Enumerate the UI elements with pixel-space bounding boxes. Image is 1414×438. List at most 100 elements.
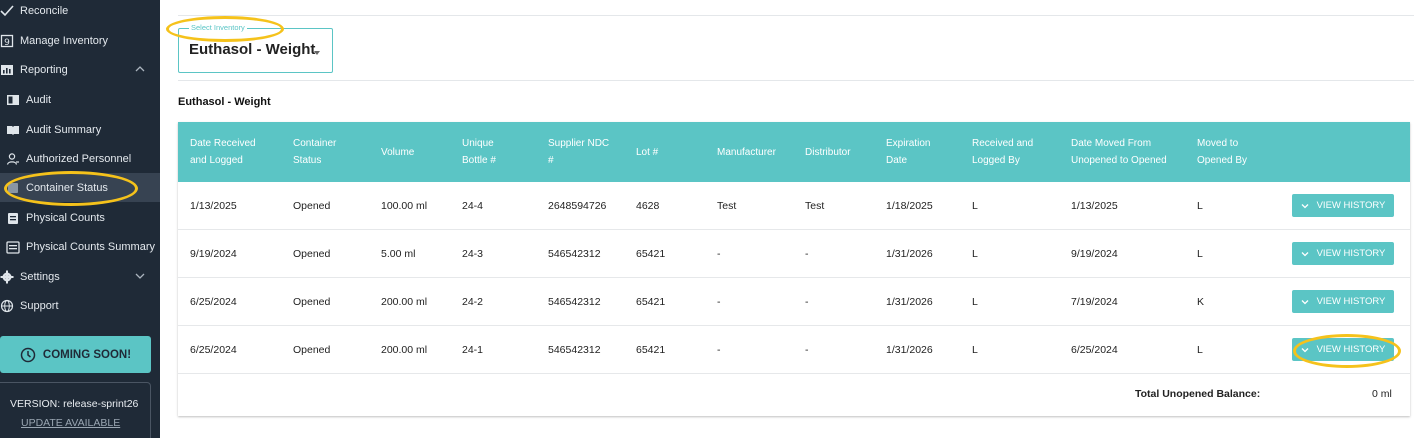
sidebar-item-label: Settings xyxy=(20,270,60,283)
clock-icon xyxy=(20,347,36,363)
sidebar-item-label: Authorized Personnel xyxy=(26,152,132,165)
column-header-text: Container xyxy=(293,138,337,149)
column-header-date-received: Date Received and Logged xyxy=(190,122,256,182)
sidebar-item-settings[interactable]: Settings xyxy=(0,262,160,291)
version-panel: VERSION: release-sprint26 UPDATE AVAILAB… xyxy=(0,382,151,438)
column-header-text: Expiration xyxy=(886,138,931,149)
cell-supplier-ndc: 546542312 xyxy=(548,248,601,260)
cell-volume: 200.00 ml xyxy=(381,296,428,308)
cell-lot: 65421 xyxy=(636,344,666,356)
cell-moved-by: L xyxy=(1197,200,1203,212)
cell-moved-by: L xyxy=(1197,248,1203,260)
sidebar: Reconcile 9 Manage Inventory Reporting A… xyxy=(0,0,160,438)
column-header-moved-by: Moved to Opened By xyxy=(1197,122,1247,182)
column-header-text: Moved to xyxy=(1197,138,1239,149)
sidebar-item-manage-inventory[interactable]: 9 Manage Inventory xyxy=(0,26,160,55)
globe-icon xyxy=(0,299,14,313)
chevron-up-icon[interactable] xyxy=(134,63,146,75)
cell-received-by: L xyxy=(972,248,978,260)
cell-date-moved: 7/19/2024 xyxy=(1071,296,1118,308)
column-header-text: Distributor xyxy=(805,146,851,158)
cell-distributor: - xyxy=(805,296,809,308)
sidebar-item-physical-counts[interactable]: Physical Counts xyxy=(0,203,160,232)
cell-lot: 65421 xyxy=(636,248,666,260)
sidebar-item-container-status[interactable]: Container Status xyxy=(0,173,160,202)
column-header-volume: Volume xyxy=(381,122,414,182)
chevron-down-icon xyxy=(1301,298,1309,306)
view-history-label: VIEW HISTORY xyxy=(1316,344,1386,355)
cell-expiration-date: 1/18/2025 xyxy=(886,200,933,212)
sidebar-item-reporting[interactable]: Reporting xyxy=(0,55,160,84)
view-history-label: VIEW HISTORY xyxy=(1316,248,1386,259)
cell-received-by: L xyxy=(972,344,978,356)
view-history-button[interactable]: VIEW HISTORY xyxy=(1292,338,1394,361)
column-header-text: and Logged xyxy=(190,155,243,166)
cell-date-moved: 9/19/2024 xyxy=(1071,248,1118,260)
cell-distributor: Test xyxy=(805,200,825,212)
column-header-text: Date Moved From xyxy=(1071,138,1152,149)
check-icon xyxy=(0,4,14,18)
sidebar-item-support[interactable]: Support xyxy=(0,291,160,320)
view-history-button[interactable]: VIEW HISTORY xyxy=(1292,194,1394,217)
cell-date-received: 6/25/2024 xyxy=(190,296,237,308)
cell-container-status: Opened xyxy=(293,296,331,308)
container-status-table: Date Received and Logged Container Status Vo… xyxy=(178,122,1410,416)
view-history-button[interactable]: VIEW HISTORY xyxy=(1292,290,1394,313)
cell-volume: 5.00 ml xyxy=(381,248,416,260)
coming-soon-label: COMING SOON! xyxy=(42,348,132,361)
column-header-container-status: Container Status xyxy=(293,122,336,182)
column-header-text: Received and xyxy=(972,138,1034,149)
update-available-link[interactable]: UPDATE AVAILABLE xyxy=(21,417,120,429)
cell-date-received: 9/19/2024 xyxy=(190,248,237,260)
cell-unique-bottle: 24-3 xyxy=(462,248,484,260)
main-content: Select Inventory Euthasol - Weight Eutha… xyxy=(160,0,1414,438)
cell-date-received: 1/13/2025 xyxy=(190,200,237,212)
sidebar-item-label: Audit xyxy=(26,93,52,106)
total-unopened-label: Total Unopened Balance: xyxy=(1135,388,1261,400)
column-header-date-moved: Date Moved From Unopened to Opened xyxy=(1071,122,1167,182)
column-header-text: Status xyxy=(293,155,322,166)
cell-manufacturer: - xyxy=(717,296,721,308)
version-text: VERSION: release-sprint26 xyxy=(10,398,139,410)
column-header-text: Bottle # xyxy=(462,155,496,166)
table-row: 9/19/2024 Opened 5.00 ml 24-3 546542312 65421… xyxy=(178,230,1410,278)
column-header-received-by: Received and Logged By xyxy=(972,122,1033,182)
sidebar-item-audit-summary[interactable]: Audit Summary xyxy=(0,115,160,144)
column-header-distributor: Distributor xyxy=(805,122,851,182)
chart-icon xyxy=(0,63,14,77)
audit-icon xyxy=(6,93,20,107)
sidebar-item-label: Container Status xyxy=(26,181,108,194)
cell-unique-bottle: 24-1 xyxy=(462,344,484,356)
cell-distributor: - xyxy=(805,248,809,260)
view-history-button[interactable]: VIEW HISTORY xyxy=(1292,242,1394,265)
table-row: 1/13/2025 Opened 100.00 ml 24-4 2648594726 46… xyxy=(178,182,1410,230)
sidebar-item-authorized-personnel[interactable]: Authorized Personnel xyxy=(0,144,160,173)
table-row: 6/25/2024 Opened 200.00 ml 24-2 546542312 654… xyxy=(178,278,1410,326)
cell-expiration-date: 1/31/2026 xyxy=(886,296,933,308)
clipboard-icon xyxy=(6,211,20,225)
sidebar-item-physical-counts-summary[interactable]: Physical Counts Summary xyxy=(0,232,160,261)
cell-expiration-date: 1/31/2026 xyxy=(886,248,933,260)
inventory-select-value: Euthasol - Weight xyxy=(189,41,316,58)
sidebar-item-audit[interactable]: Audit xyxy=(0,85,160,114)
chevron-down-icon[interactable] xyxy=(134,270,146,282)
total-unopened-value: 0 ml xyxy=(1372,388,1392,400)
view-history-label: VIEW HISTORY xyxy=(1316,200,1386,211)
sidebar-item-label: Manage Inventory xyxy=(20,34,109,47)
column-header-manufacturer: Manufacturer xyxy=(717,122,776,182)
cell-container-status: Opened xyxy=(293,248,331,260)
sidebar-item-reconcile[interactable]: Reconcile xyxy=(0,0,160,25)
sidebar-item-label: Reporting xyxy=(20,63,68,76)
column-header-text: Manufacturer xyxy=(717,146,776,158)
chevron-down-icon xyxy=(1301,250,1309,258)
sidebar-item-label: Support xyxy=(20,299,59,312)
inventory-select[interactable]: Select Inventory Euthasol - Weight xyxy=(178,23,333,73)
cell-date-received: 6/25/2024 xyxy=(190,344,237,356)
person-icon xyxy=(6,152,20,166)
cell-lot: 4628 xyxy=(636,200,660,212)
coming-soon-banner[interactable]: COMING SOON! xyxy=(0,336,151,373)
column-header-expiration-date: Expiration Date xyxy=(886,122,930,182)
cell-volume: 200.00 ml xyxy=(381,344,428,356)
column-header-text: Unopened to Opened xyxy=(1071,155,1167,166)
sidebar-item-label: Audit Summary xyxy=(26,123,102,136)
